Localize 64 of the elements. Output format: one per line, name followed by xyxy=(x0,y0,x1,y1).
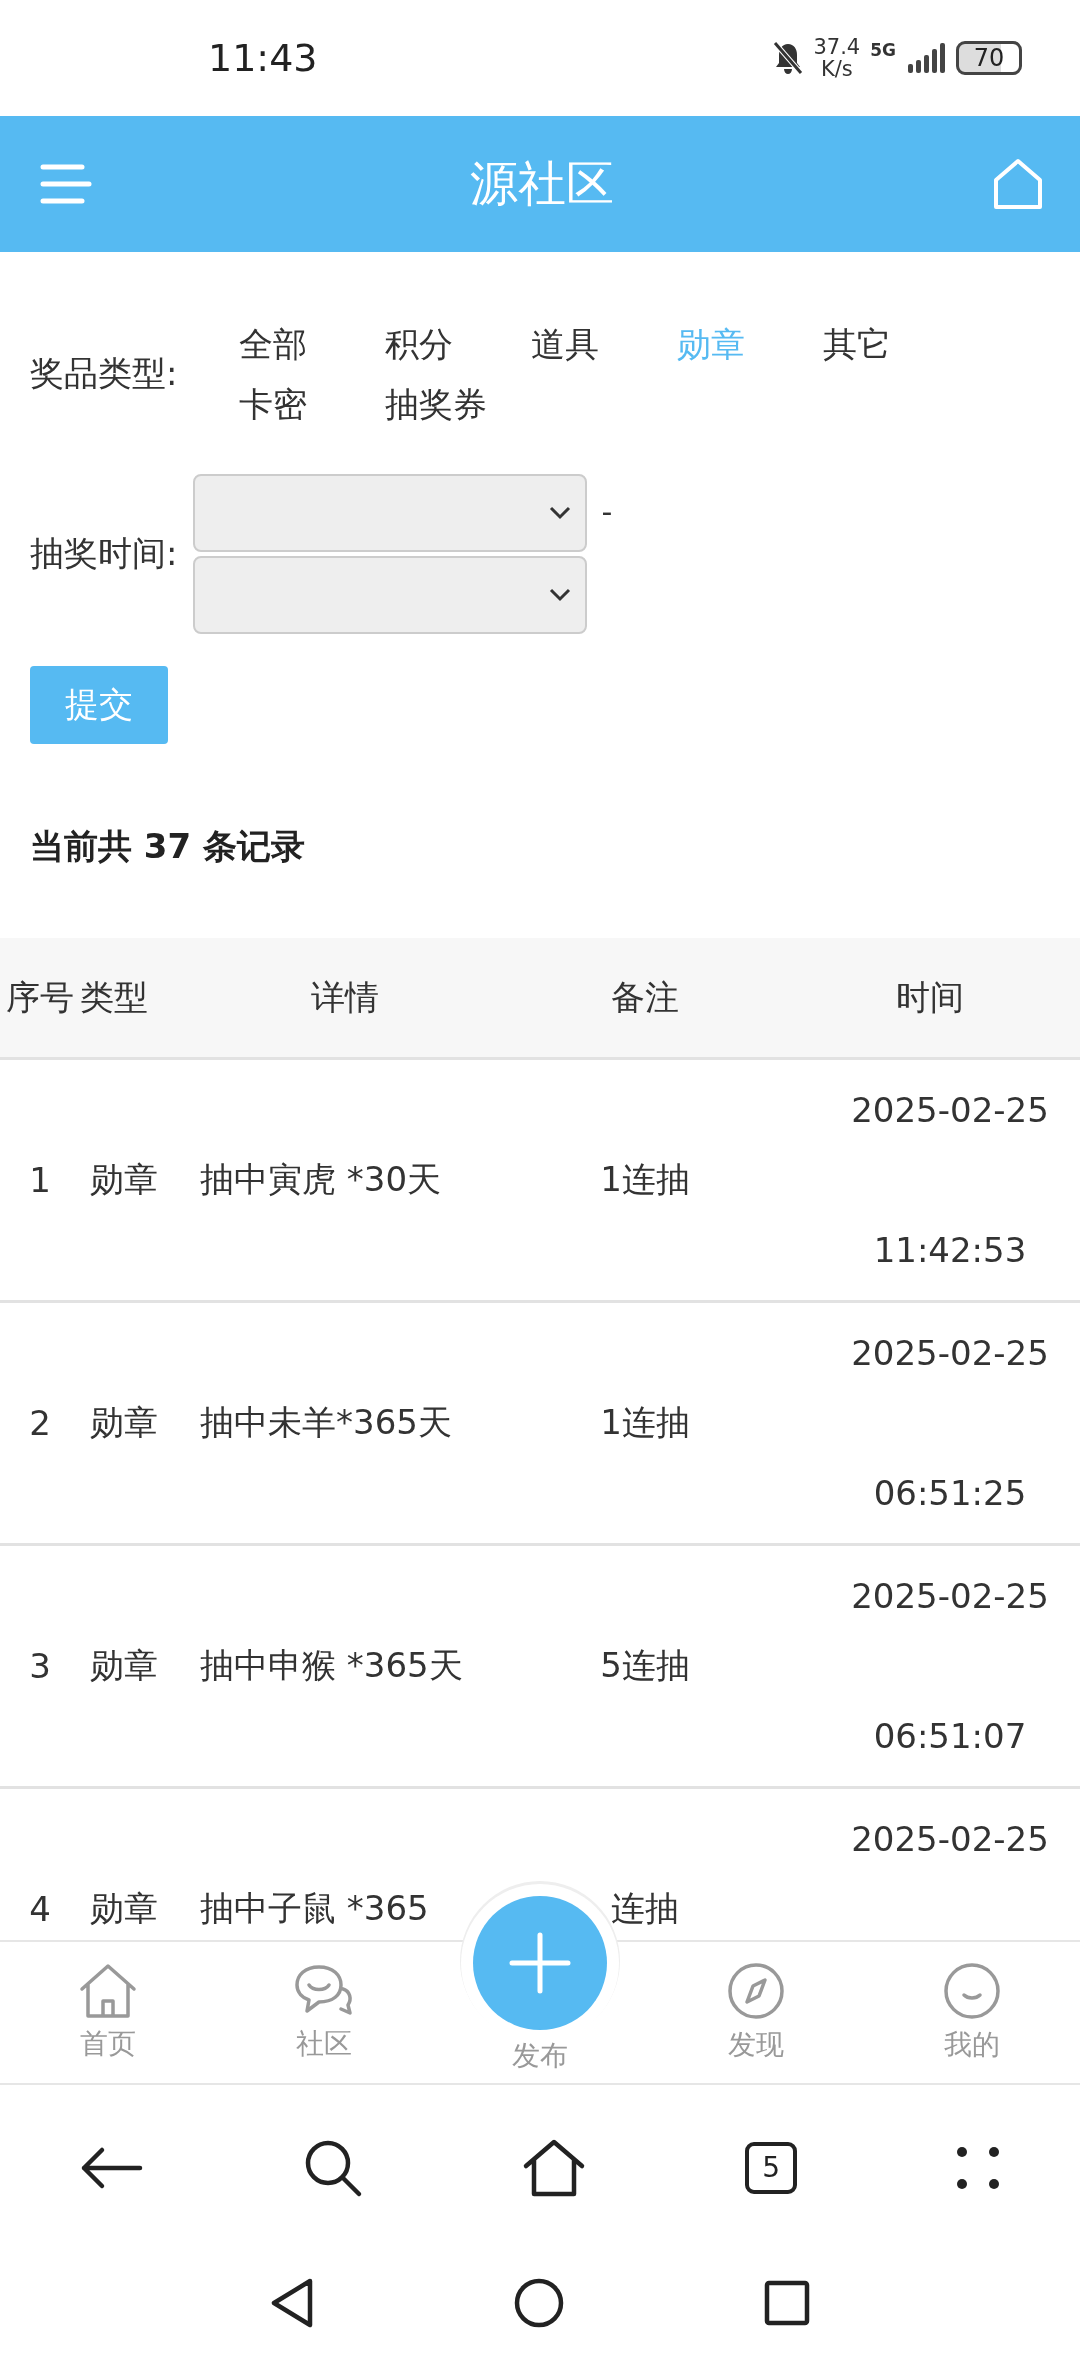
table-cell-text: 4 xyxy=(28,1889,52,1930)
recents-icon[interactable] xyxy=(764,2280,810,2326)
prize-type-option[interactable]: 抽奖券 xyxy=(346,374,526,435)
table-cell-text: 勋章 xyxy=(89,1158,159,1202)
battery-level: 70 xyxy=(956,40,1022,75)
table-cell-text: 3 xyxy=(28,1646,52,1687)
table-cell-text: 2 xyxy=(28,1403,52,1444)
back-icon[interactable] xyxy=(270,2277,314,2329)
tab-count[interactable]: 5 xyxy=(745,2141,798,2194)
page-title: 源社区 xyxy=(470,153,614,213)
table-cell-text: 抽中申猴 *365天 xyxy=(199,1644,464,1688)
nav-label: 发布 xyxy=(512,2038,568,2074)
prize-type-option[interactable]: 卡密 xyxy=(200,374,346,435)
signal-icon xyxy=(906,41,946,74)
table-cell: 06:51:25 xyxy=(873,1473,1027,1514)
table-cell-text: 抽中寅虎 *30天 xyxy=(199,1158,443,1202)
column-header: 备注 xyxy=(610,975,680,1019)
table-cell: 06:51:07 xyxy=(873,1716,1027,1757)
table-cell-text: 勋章 xyxy=(89,1887,159,1931)
table-cell-text: 1连抽 xyxy=(599,1158,691,1202)
table-cell-text: 抽中未羊*365天 xyxy=(199,1401,453,1445)
prize-type-option[interactable]: 其它 xyxy=(784,314,930,375)
chevron-down-icon xyxy=(549,506,572,521)
network-type: 5G xyxy=(870,39,896,60)
net-speed: 37.4 xyxy=(813,35,861,58)
table-cell: 2025-02-25 xyxy=(851,1819,1049,1860)
chevron-down-icon xyxy=(549,588,572,603)
column-header: 时间 xyxy=(895,975,965,1019)
range-separator: - xyxy=(601,494,613,530)
prize-type-option[interactable]: 积分 xyxy=(346,314,492,375)
bell-off-icon xyxy=(773,40,804,75)
table-cell-text: 勋章 xyxy=(89,1401,159,1445)
column-header: 序号 xyxy=(5,975,75,1019)
nav-label: 我的 xyxy=(944,2026,1000,2063)
table-cell-text: 1连抽 xyxy=(599,1401,691,1445)
column-header: 类型 xyxy=(80,975,149,1019)
table-cell-text: 勋章 xyxy=(89,1644,159,1688)
table-cell-text: 连抽 xyxy=(610,1887,680,1931)
prize-type-option[interactable]: 全部 xyxy=(200,314,346,375)
net-speed-unit: K/s xyxy=(820,57,853,80)
draw-time-label: 抽奖时间: xyxy=(30,532,178,576)
column-header: 详情 xyxy=(310,975,380,1019)
nav-label: 发现 xyxy=(728,2026,784,2063)
table-cell: 2025-02-25 xyxy=(851,1576,1049,1617)
prize-type-label: 奖品类型: xyxy=(30,352,179,396)
table-cell-text: 5连抽 xyxy=(599,1644,691,1688)
home-icon xyxy=(79,1962,137,2019)
home-circle-icon[interactable] xyxy=(514,2278,564,2328)
prize-type-option[interactable]: 道具 xyxy=(492,314,638,375)
back-arrow-icon[interactable] xyxy=(79,2145,144,2190)
nav-label: 首页 xyxy=(80,2025,136,2062)
table-cell-text: 抽中子鼠 *365 xyxy=(199,1887,430,1931)
table-cell: 11:42:53 xyxy=(873,1230,1027,1271)
record-count: 当前共 37 条记录 xyxy=(30,825,306,869)
table-cell: 2025-02-25 xyxy=(851,1090,1049,1131)
nav-label: 社区 xyxy=(296,2025,352,2062)
home-icon[interactable] xyxy=(521,2137,586,2198)
more-icon[interactable] xyxy=(956,2145,1001,2190)
status-time: 11:43 xyxy=(208,35,318,80)
smile-icon xyxy=(943,1961,1001,2020)
plus-icon xyxy=(508,1931,572,1995)
table-cell: 2025-02-25 xyxy=(851,1333,1049,1374)
table-cell-text: 1 xyxy=(28,1160,52,1201)
compass-icon xyxy=(727,1961,785,2020)
